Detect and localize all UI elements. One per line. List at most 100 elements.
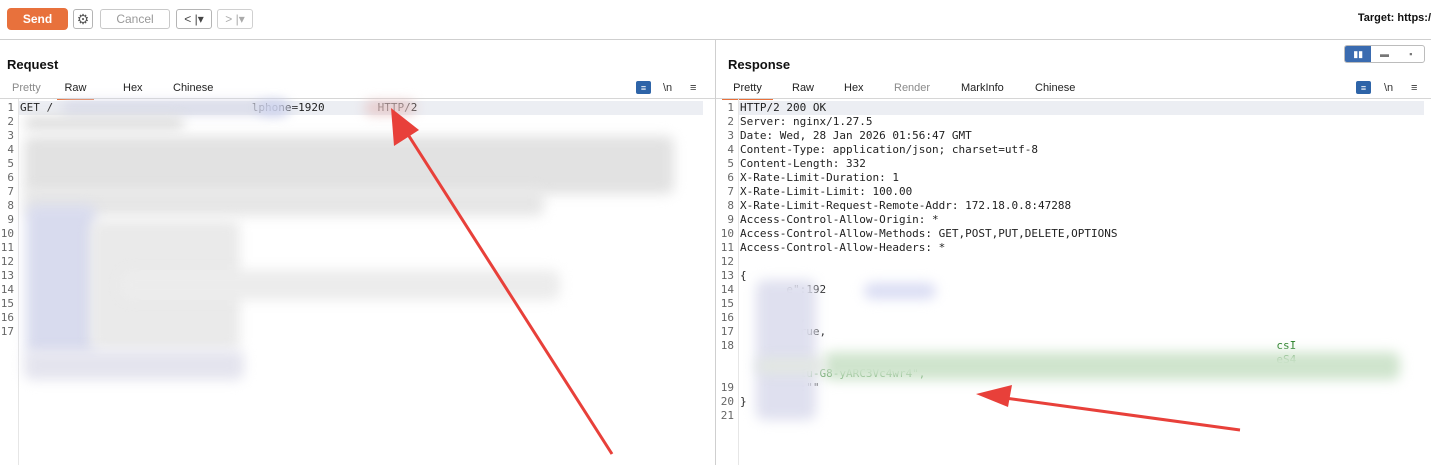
line-number: 2 bbox=[727, 115, 734, 128]
line-number: 2 bbox=[7, 115, 14, 128]
line-number: 8 bbox=[727, 199, 734, 212]
gear-icon[interactable]: ⚙ bbox=[73, 9, 93, 29]
redacted-area bbox=[120, 270, 560, 300]
layout-switch: ▮▮ ▬ ▪ bbox=[1344, 45, 1425, 63]
redacted-area bbox=[24, 350, 244, 380]
line-number: 11 bbox=[0, 241, 14, 254]
line-number: 12 bbox=[720, 255, 734, 268]
line-text: Server: nginx/1.27.5 bbox=[740, 115, 873, 128]
line-number: 14 bbox=[0, 283, 14, 296]
line-number: 1 bbox=[7, 101, 14, 114]
line-number: 15 bbox=[720, 297, 734, 310]
layout-split-icon[interactable]: ▮▮ bbox=[1345, 46, 1372, 62]
menu-icon[interactable]: ≡ bbox=[1411, 81, 1417, 95]
line-number: 19 bbox=[720, 381, 734, 394]
line-number: 7 bbox=[727, 185, 734, 198]
line-text: Access-Control-Allow-Headers: * bbox=[740, 241, 946, 254]
line-text: Access-Control-Allow-Origin: * bbox=[740, 213, 939, 226]
line-text: X-Rate-Limit-Duration: 1 bbox=[740, 171, 899, 184]
line-number: 7 bbox=[7, 185, 14, 198]
redacted-area bbox=[864, 283, 936, 299]
line-number: 18 bbox=[720, 339, 734, 352]
line-number: 11 bbox=[720, 241, 734, 254]
request-pane: Request Pretty Raw Hex Chinese ≡ \n ≡ 1G… bbox=[0, 40, 715, 465]
line-number: 4 bbox=[7, 143, 14, 156]
redacted-area bbox=[24, 188, 544, 216]
redacted-area bbox=[26, 205, 96, 355]
redacted-area bbox=[756, 280, 816, 420]
line-number: 17 bbox=[0, 325, 14, 338]
target-label[interactable]: Target: https:/ bbox=[1358, 12, 1431, 24]
line-number: 21 bbox=[720, 409, 734, 422]
line-number: 9 bbox=[727, 213, 734, 226]
line-number: 15 bbox=[0, 297, 14, 310]
response-pane: Response ▮▮ ▬ ▪ Pretty Raw Hex Render Ma… bbox=[716, 40, 1431, 465]
line-number: 9 bbox=[7, 213, 14, 226]
tab-chinese[interactable]: Chinese bbox=[173, 80, 213, 98]
tab-raw[interactable]: Raw bbox=[57, 80, 94, 100]
redacted-area bbox=[24, 116, 184, 130]
line-text: } bbox=[740, 395, 747, 408]
line-number: 13 bbox=[720, 269, 734, 282]
forward-button[interactable]: > |▾ bbox=[217, 9, 253, 29]
redacted-area bbox=[365, 102, 415, 114]
line-text: X-Rate-Limit-Limit: 100.00 bbox=[740, 185, 913, 198]
tab-pretty[interactable]: Pretty bbox=[722, 80, 773, 100]
cancel-button[interactable]: Cancel bbox=[100, 9, 170, 29]
line-number: 3 bbox=[727, 129, 734, 142]
redacted-area bbox=[258, 102, 288, 114]
line-text: X-Rate-Limit-Request-Remote-Addr: 172.18… bbox=[740, 199, 1072, 212]
line-number: 16 bbox=[0, 311, 14, 324]
line-text: 0 csI bbox=[740, 339, 1297, 352]
response-editor[interactable]: 1 HTTP/2 200 OK 2 Server: nginx/1.27.5 3 Date… bbox=[720, 101, 1431, 465]
line-number: 4 bbox=[727, 143, 734, 156]
send-button[interactable]: Send bbox=[7, 8, 68, 30]
toolbar: Send ⚙ Cancel < |▾ > |▾ Target: https:/ bbox=[0, 0, 1431, 40]
back-button[interactable]: < |▾ bbox=[176, 9, 212, 29]
line-number: 20 bbox=[720, 395, 734, 408]
line-number: 12 bbox=[0, 255, 14, 268]
line-number: 10 bbox=[720, 227, 734, 240]
redacted-area bbox=[756, 358, 826, 374]
tab-raw[interactable]: Raw bbox=[792, 80, 814, 98]
line-number: 14 bbox=[720, 283, 734, 296]
tab-chinese[interactable]: Chinese bbox=[1035, 80, 1075, 98]
request-tabs: Pretty Raw Hex Chinese bbox=[0, 80, 715, 100]
redacted-area bbox=[62, 102, 287, 114]
line-number: 13 bbox=[0, 269, 14, 282]
newline-icon[interactable]: \n bbox=[1384, 81, 1393, 95]
menu-icon[interactable]: ≡ bbox=[690, 81, 696, 95]
layout-single-icon[interactable]: ▪ bbox=[1398, 46, 1424, 62]
line-number: 8 bbox=[7, 199, 14, 212]
tab-hex[interactable]: Hex bbox=[844, 80, 864, 98]
line-number: 3 bbox=[7, 129, 14, 142]
tab-markinfo[interactable]: MarkInfo bbox=[961, 80, 1004, 98]
line-number: 10 bbox=[0, 227, 14, 240]
tab-pretty[interactable]: Pretty bbox=[12, 80, 41, 98]
tab-underline bbox=[0, 98, 715, 99]
line-number: 5 bbox=[727, 157, 734, 170]
wrap-lines-icon[interactable]: ≡ bbox=[636, 81, 651, 94]
layout-horizontal-icon[interactable]: ▬ bbox=[1371, 46, 1397, 62]
tab-hex[interactable]: Hex bbox=[123, 80, 143, 98]
response-title: Response bbox=[728, 57, 791, 72]
newline-icon[interactable]: \n bbox=[663, 81, 672, 95]
wrap-lines-icon[interactable]: ≡ bbox=[1356, 81, 1371, 94]
line-number: 16 bbox=[720, 311, 734, 324]
line-number: 6 bbox=[7, 171, 14, 184]
line-number: 17 bbox=[720, 325, 734, 338]
tab-underline bbox=[716, 98, 1431, 99]
tab-render[interactable]: Render bbox=[894, 80, 930, 98]
line-text: Content-Length: 332 bbox=[740, 157, 866, 170]
line-text: Date: Wed, 28 Jan 2026 01:56:47 GMT bbox=[740, 129, 972, 142]
line-text: { bbox=[740, 269, 747, 282]
line-text: Content-Type: application/json; charset=… bbox=[740, 143, 1039, 156]
line-number: 1 bbox=[727, 101, 734, 114]
redacted-area bbox=[824, 352, 1400, 380]
redacted-area bbox=[24, 136, 674, 194]
line-text: Access-Control-Allow-Methods: GET,POST,P… bbox=[740, 227, 1118, 240]
line-text: HTTP/2 200 OK bbox=[740, 101, 827, 114]
request-title: Request bbox=[7, 57, 59, 72]
line-number: 5 bbox=[7, 157, 14, 170]
response-tabs: Pretty Raw Hex Render MarkInfo Chinese bbox=[716, 80, 1431, 100]
